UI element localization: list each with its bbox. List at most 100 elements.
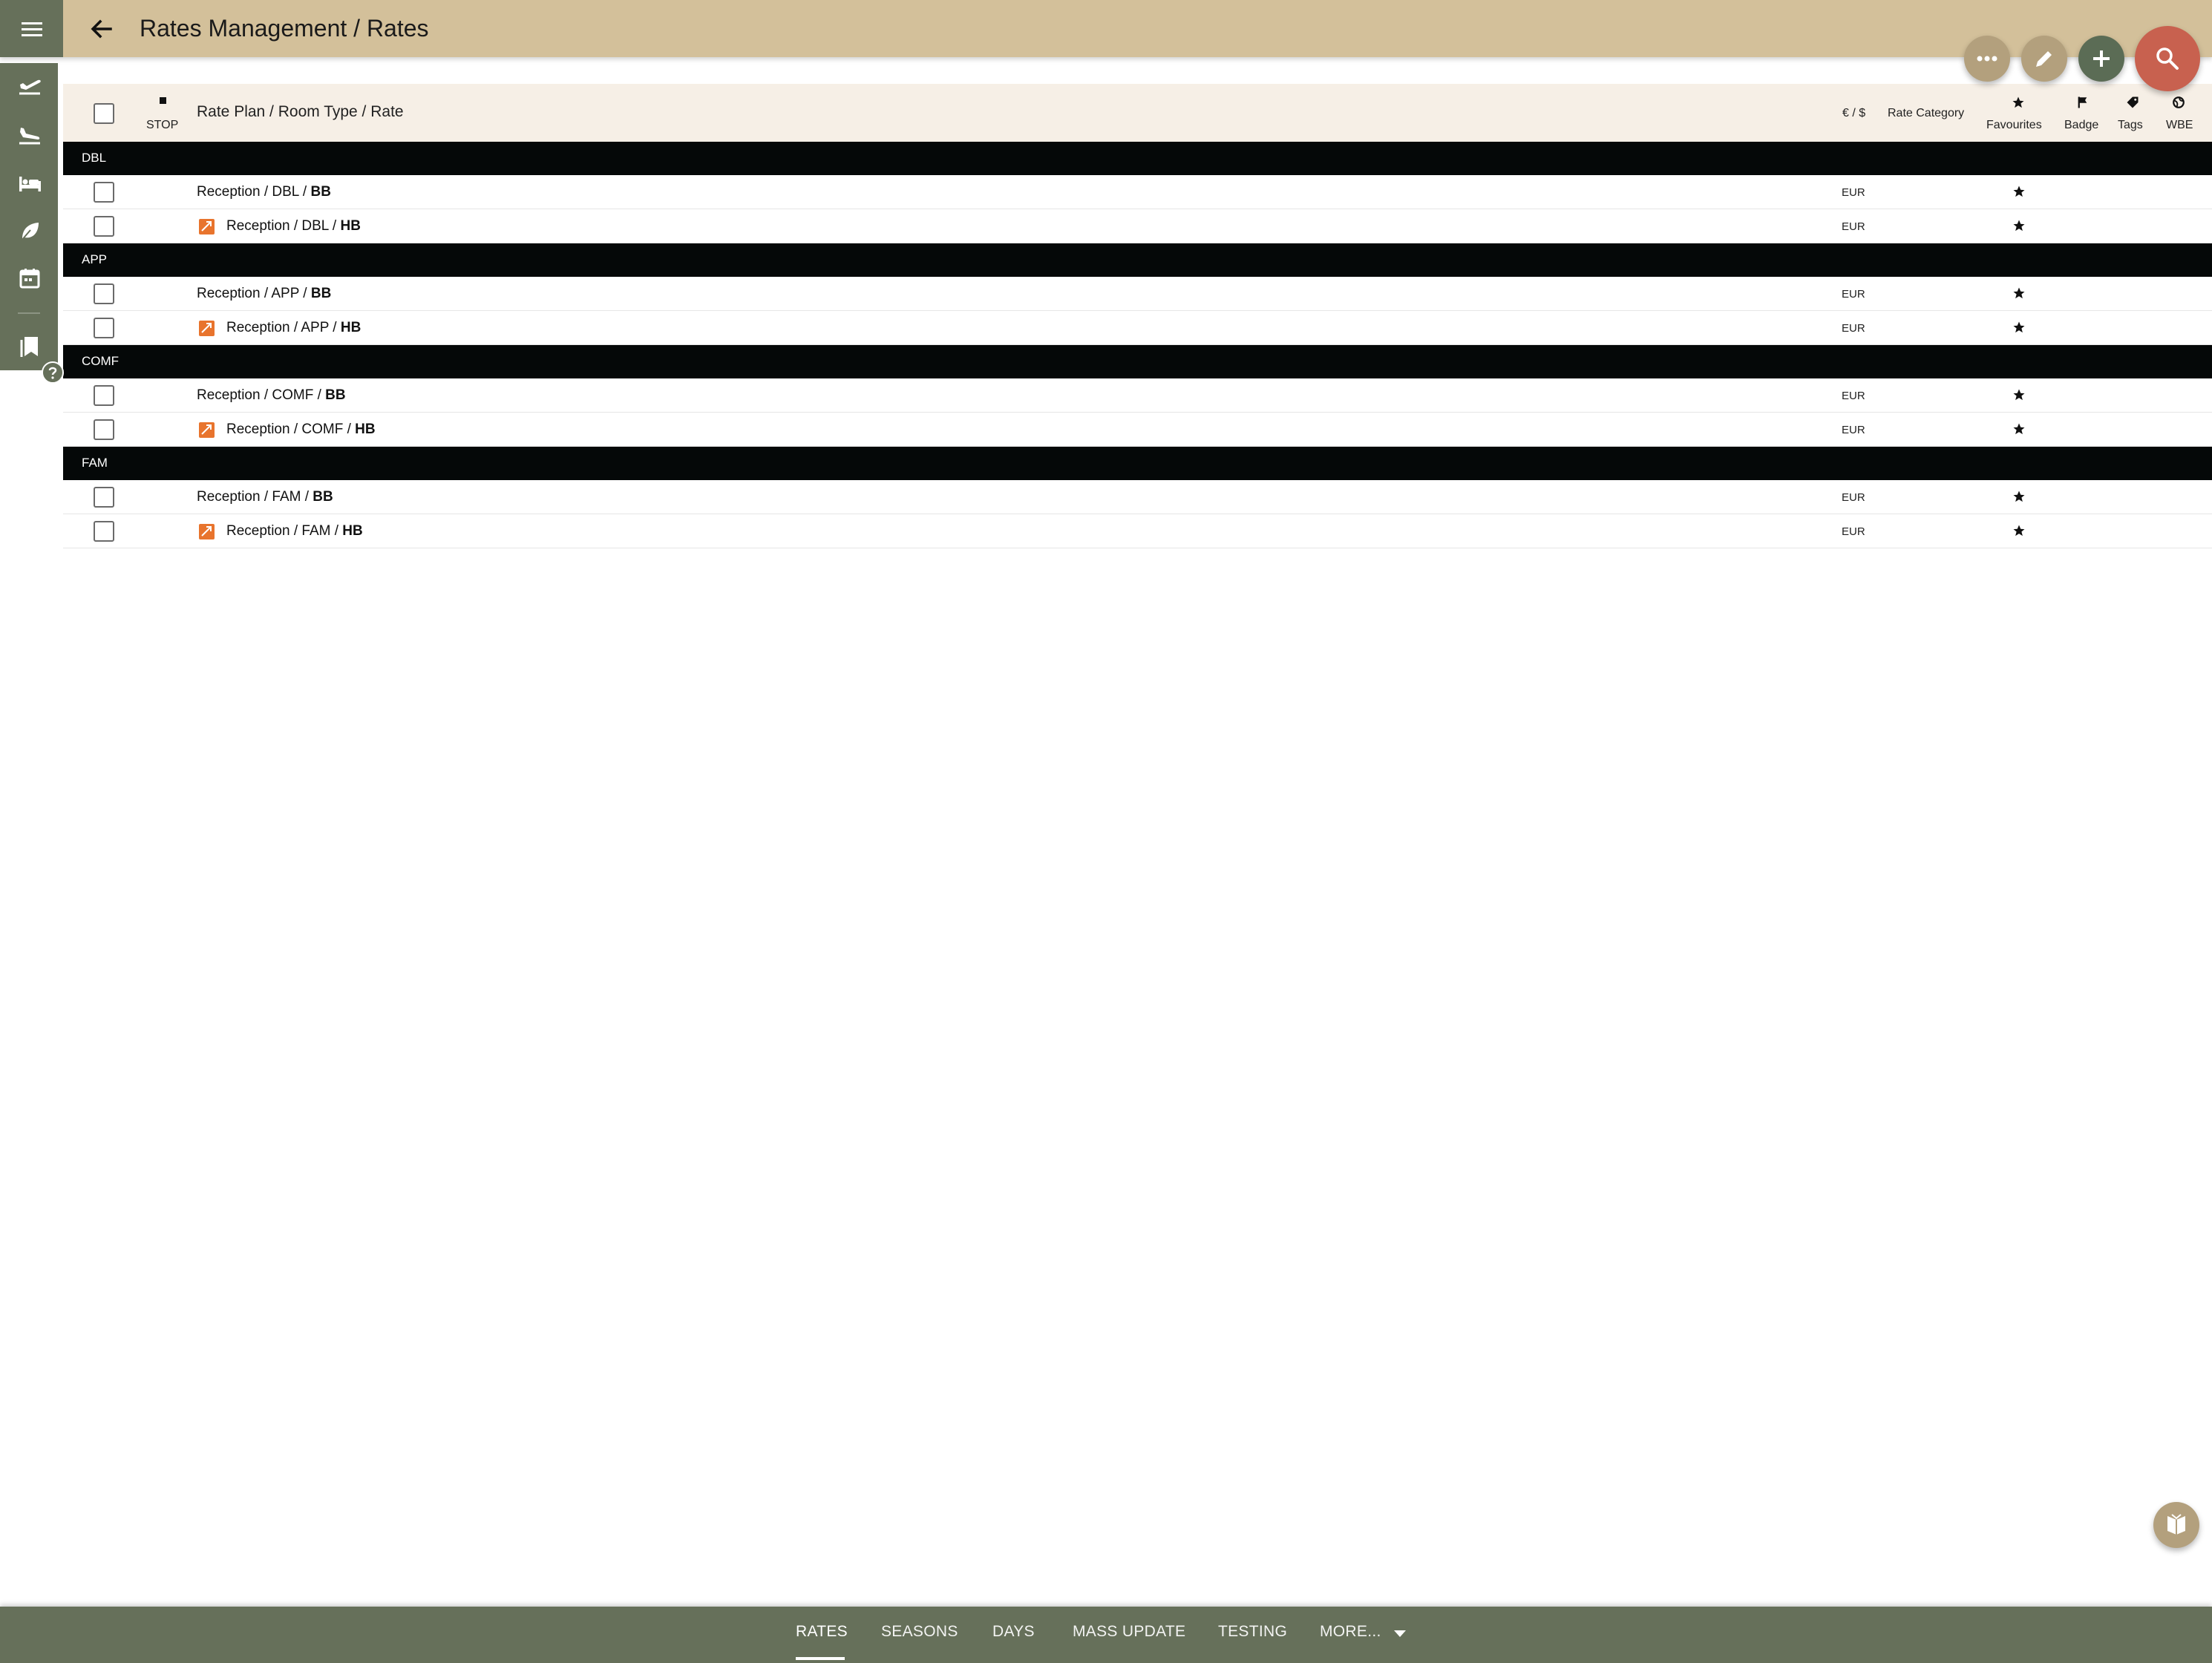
tab-mass-update[interactable]: MASS UPDATE — [1073, 1623, 1185, 1641]
column-rate-plan[interactable]: Rate Plan / Room Type / Rate — [197, 103, 404, 121]
stop-icon — [160, 97, 166, 104]
more-actions-button[interactable] — [1964, 36, 2010, 82]
derived-rate-icon — [199, 422, 215, 438]
plus-icon — [2093, 50, 2110, 67]
sidebar-item-rooms[interactable] — [15, 169, 45, 199]
row-checkbox[interactable] — [94, 521, 114, 542]
favourite-star-icon[interactable] — [2010, 522, 2028, 539]
search-button[interactable] — [2135, 26, 2200, 91]
derived-rate-icon — [199, 219, 215, 234]
sidebar-item-arrivals[interactable] — [15, 120, 45, 150]
row-checkbox[interactable] — [94, 182, 114, 203]
tab-rates[interactable]: RATES — [796, 1623, 848, 1641]
rate-name[interactable]: Reception / FAM / HB — [226, 523, 363, 539]
rate-name[interactable]: Reception / COMF / HB — [226, 422, 376, 438]
column-rate-category[interactable]: Rate Category — [1888, 107, 1964, 120]
bed-icon — [19, 177, 41, 191]
table-row[interactable]: Reception / APP / HB EUR — [63, 311, 2212, 345]
calendar-icon — [19, 269, 40, 289]
row-currency: EUR — [1842, 186, 1865, 199]
favourite-star-icon[interactable] — [2010, 183, 2028, 200]
rate-name[interactable]: Reception / APP / BB — [197, 286, 331, 302]
favourite-star-icon[interactable] — [2010, 284, 2028, 302]
favourite-star-icon[interactable] — [2010, 488, 2028, 505]
globe-icon — [2172, 96, 2185, 109]
bottom-navigation: RATES SEASONS DAYS MASS UPDATE TESTING M… — [0, 1607, 2212, 1663]
row-checkbox[interactable] — [94, 419, 114, 440]
column-tags[interactable]: Tags — [2118, 119, 2143, 132]
row-currency: EUR — [1842, 424, 1865, 436]
tab-days[interactable]: DAYS — [992, 1623, 1035, 1641]
row-currency: EUR — [1842, 390, 1865, 402]
row-currency: EUR — [1842, 525, 1865, 538]
table-row[interactable]: Reception / FAM / HB EUR — [63, 514, 2212, 548]
guide-button[interactable] — [2153, 1502, 2199, 1548]
tab-seasons[interactable]: SEASONS — [881, 1623, 958, 1641]
tag-icon — [2126, 96, 2139, 109]
add-button[interactable] — [2078, 36, 2124, 82]
derived-rate-icon — [199, 321, 215, 336]
column-wbe[interactable]: WBE — [2166, 119, 2193, 132]
sidebar-item-calendar[interactable] — [15, 263, 45, 293]
bookmark-icon — [20, 337, 38, 357]
hamburger-menu-icon — [21, 22, 42, 36]
hamburger-menu-button[interactable] — [0, 0, 63, 57]
rate-name[interactable]: Reception / APP / HB — [226, 320, 361, 336]
column-badge[interactable]: Badge — [2064, 119, 2098, 132]
row-currency: EUR — [1842, 491, 1865, 504]
left-sidebar — [0, 63, 58, 370]
favourite-star-icon[interactable] — [2010, 318, 2028, 336]
sidebar-item-bookings[interactable] — [15, 332, 45, 361]
sidebar-item-eco[interactable] — [15, 216, 45, 246]
rate-name[interactable]: Reception / COMF / BB — [197, 387, 346, 404]
help-button[interactable] — [42, 361, 64, 384]
departure-icon — [19, 79, 41, 95]
column-favourites[interactable]: Favourites — [1986, 119, 2042, 132]
row-checkbox[interactable] — [94, 216, 114, 237]
rate-name[interactable]: Reception / DBL / BB — [197, 184, 331, 200]
search-icon — [2156, 47, 2179, 70]
help-icon — [48, 367, 57, 379]
derived-rate-icon — [199, 524, 215, 539]
column-stop[interactable]: STOP — [146, 119, 178, 132]
tab-testing[interactable]: TESTING — [1218, 1623, 1287, 1641]
row-checkbox[interactable] — [94, 487, 114, 508]
table-row[interactable]: Reception / COMF / HB EUR — [63, 413, 2212, 447]
rates-table: STOP Rate Plan / Room Type / Rate € / $ … — [63, 84, 2212, 548]
select-all-checkbox[interactable] — [94, 103, 114, 124]
group-label: DBL — [82, 151, 107, 165]
column-currency[interactable]: € / $ — [1842, 107, 1865, 120]
rate-name[interactable]: Reception / FAM / BB — [197, 489, 333, 505]
pencil-icon — [2036, 51, 2052, 67]
table-row[interactable]: Reception / DBL / HB EUR — [63, 209, 2212, 243]
more-horizontal-icon — [1977, 56, 1997, 62]
table-body: DBL Reception / DBL / BB EUR Reception /… — [63, 142, 2212, 548]
sidebar-item-departures[interactable] — [15, 70, 45, 100]
row-checkbox[interactable] — [94, 283, 114, 304]
table-row[interactable]: Reception / FAM / BB EUR — [63, 480, 2212, 514]
table-row[interactable]: Reception / DBL / BB EUR — [63, 175, 2212, 209]
row-currency: EUR — [1842, 288, 1865, 301]
favourite-star-icon[interactable] — [2010, 420, 2028, 438]
group-header-row: DBL — [63, 142, 2212, 175]
favourite-star-icon[interactable] — [2010, 386, 2028, 404]
edit-button[interactable] — [2021, 36, 2067, 82]
table-row[interactable]: Reception / APP / BB EUR — [63, 277, 2212, 311]
top-app-bar: Rates Management / Rates — [0, 0, 2212, 57]
tab-more[interactable]: MORE... — [1320, 1623, 1381, 1641]
favourites-star-icon — [2012, 96, 2025, 109]
group-header-row: COMF — [63, 345, 2212, 378]
row-checkbox[interactable] — [94, 385, 114, 406]
row-currency: EUR — [1842, 220, 1865, 233]
table-row[interactable]: Reception / COMF / BB EUR — [63, 378, 2212, 413]
favourite-star-icon[interactable] — [2010, 217, 2028, 234]
row-currency: EUR — [1842, 322, 1865, 335]
open-book-icon — [2167, 1514, 2185, 1535]
back-button[interactable] — [85, 13, 117, 45]
leaf-icon — [21, 223, 39, 241]
row-checkbox[interactable] — [94, 318, 114, 338]
arrival-icon — [19, 128, 40, 145]
rate-name[interactable]: Reception / DBL / HB — [226, 218, 361, 234]
chevron-down-icon[interactable] — [1394, 1630, 1406, 1637]
page-title: Rates Management / Rates — [140, 15, 429, 42]
